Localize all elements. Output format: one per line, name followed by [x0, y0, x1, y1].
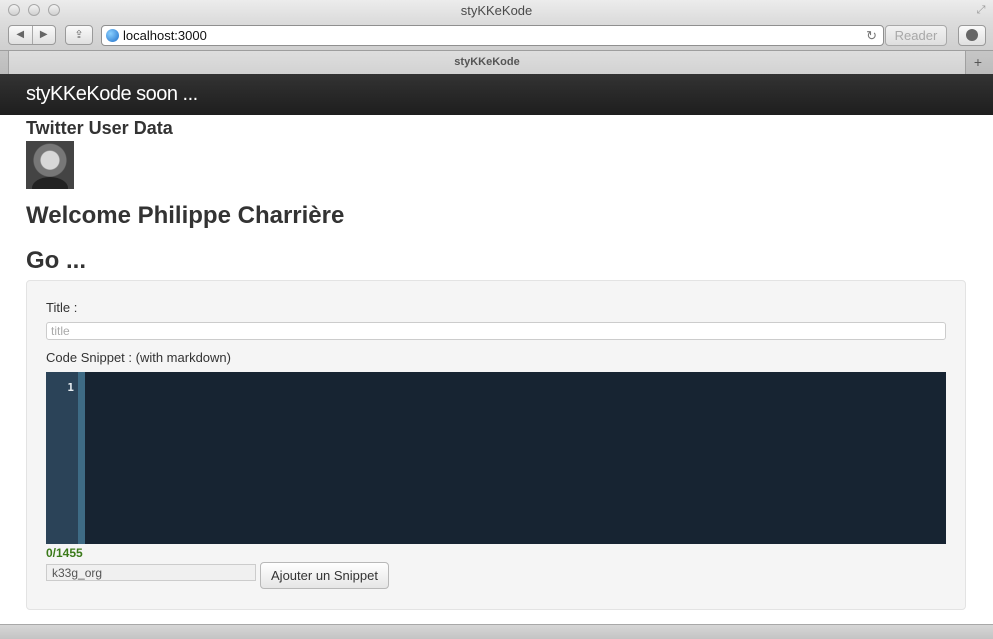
- editor-gutter-divider: [78, 372, 85, 544]
- avatar: [26, 141, 74, 189]
- tab-bar: styKKeKode +: [0, 50, 993, 74]
- url-text[interactable]: localhost:3000: [123, 26, 207, 45]
- editor-gutter: 1: [46, 372, 78, 544]
- browser-toolbar: ◀ ▶ ⇪ localhost:3000 ↻ Reader: [0, 22, 993, 50]
- go-heading: Go ...: [26, 247, 86, 274]
- zoom-window-button[interactable]: [48, 4, 60, 16]
- window-title: styKKeKode: [460, 3, 533, 18]
- globe-icon: [106, 29, 119, 42]
- downloads-icon[interactable]: [958, 25, 986, 46]
- code-snippet-label: Code Snippet : (with markdown): [46, 350, 231, 365]
- username-field[interactable]: [46, 564, 256, 581]
- welcome-heading: Welcome Philippe Charrière: [26, 202, 345, 229]
- address-bar[interactable]: localhost:3000 ↻: [101, 25, 884, 46]
- window-titlebar: styKKeKode ⤢: [0, 0, 993, 22]
- reader-button[interactable]: Reader: [885, 25, 947, 46]
- status-bar: [0, 624, 993, 639]
- brand-link[interactable]: styKKeKode soon ...: [26, 83, 198, 106]
- twitter-heading: Twitter User Data: [26, 118, 173, 138]
- close-window-button[interactable]: [8, 4, 20, 16]
- forward-icon[interactable]: ▶: [33, 26, 56, 44]
- back-icon[interactable]: ◀: [9, 26, 33, 44]
- line-number: 1: [67, 381, 74, 394]
- character-counter: 0/1455: [46, 546, 83, 560]
- title-input[interactable]: [46, 322, 946, 340]
- app-navbar: styKKeKode soon ...: [0, 74, 993, 115]
- share-button[interactable]: ⇪: [65, 25, 93, 45]
- new-tab-icon[interactable]: +: [969, 53, 987, 71]
- title-label: Title :: [46, 300, 78, 315]
- back-forward-group: ◀ ▶: [8, 25, 56, 45]
- reload-icon[interactable]: ↻: [866, 26, 877, 45]
- minimize-window-button[interactable]: [28, 4, 40, 16]
- code-editor[interactable]: 1: [46, 372, 946, 544]
- tab-active[interactable]: styKKeKode: [8, 51, 966, 74]
- add-snippet-button[interactable]: Ajouter un Snippet: [260, 562, 389, 589]
- fullscreen-icon[interactable]: ⤢: [975, 4, 987, 16]
